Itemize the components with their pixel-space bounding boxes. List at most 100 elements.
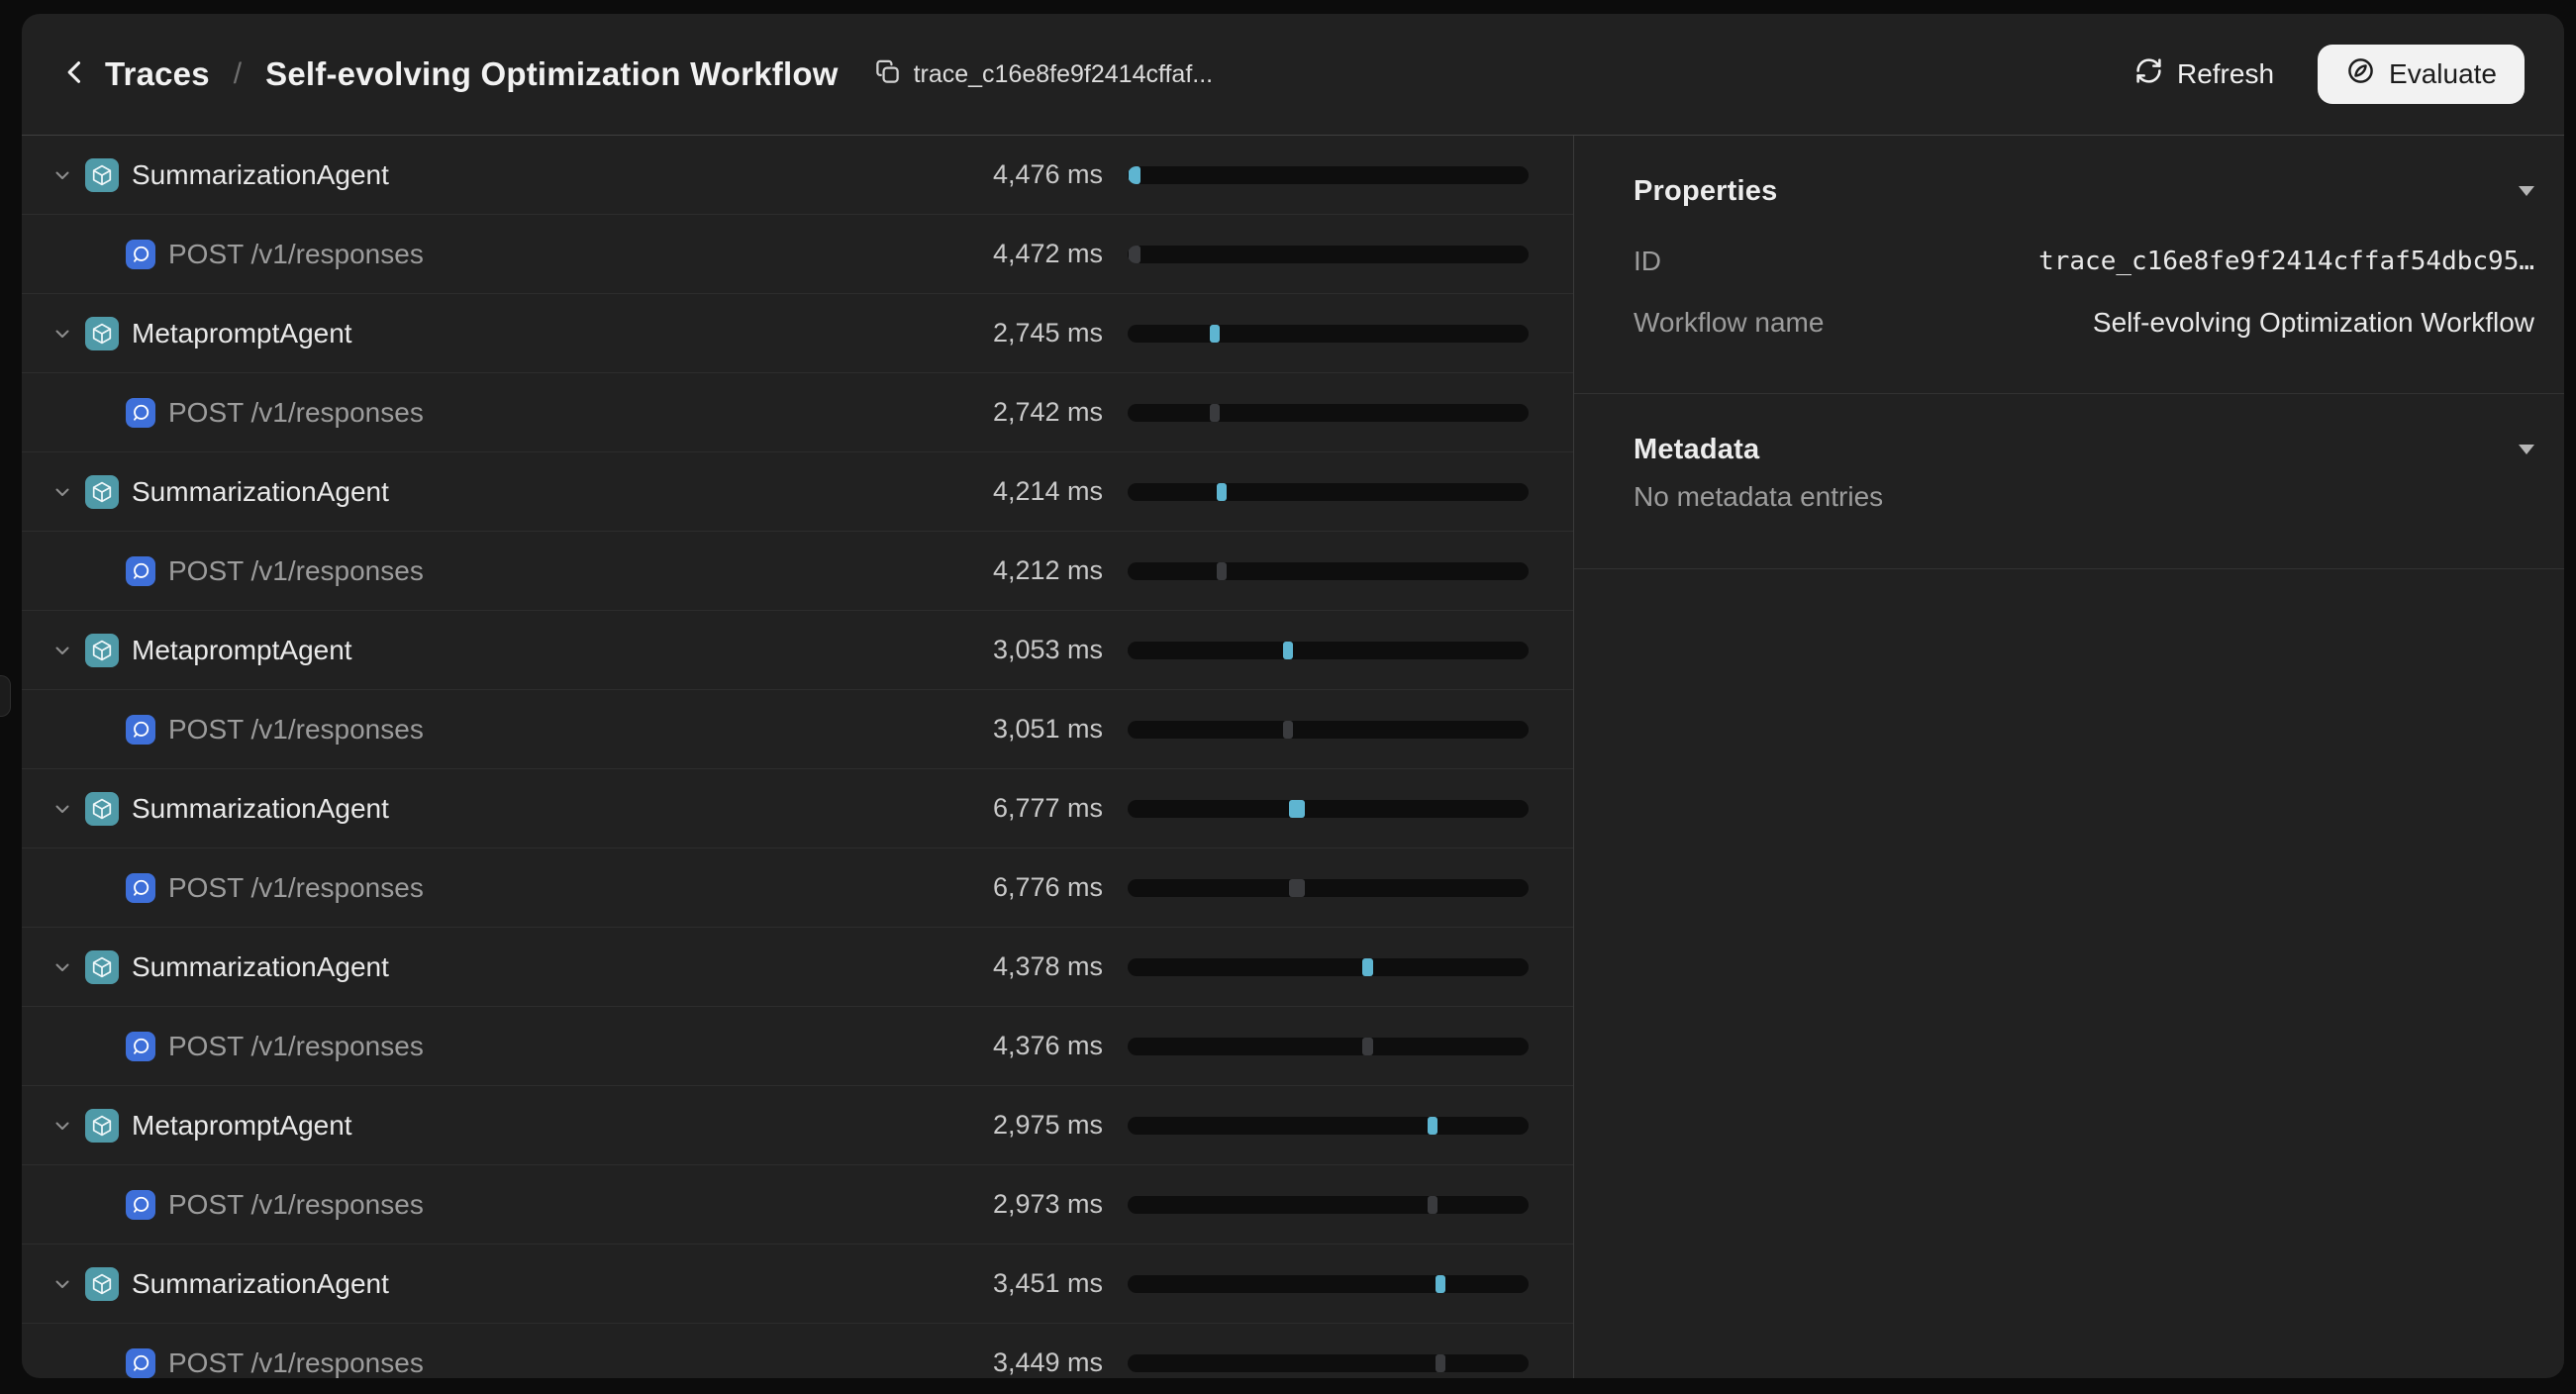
span-duration: 3,449 ms [992,1347,1103,1377]
timeline-segment [1289,879,1306,897]
span-row[interactable]: POST /v1/responses 4,212 ms [22,532,1573,611]
page-title: Self-evolving Optimization Workflow [265,55,839,92]
agent-cube-icon [85,633,119,667]
span-name: SummarizationAgent [132,158,389,190]
caret-down-icon[interactable] [2519,186,2534,196]
timeline-segment [1436,1354,1446,1372]
timeline-segment [1129,166,1141,184]
chevron-down-icon[interactable] [51,798,73,820]
timeline-track [1128,1275,1529,1293]
timeline-segment [1210,404,1221,422]
span-duration: 2,973 ms [992,1189,1103,1219]
span-duration: 4,378 ms [992,951,1103,981]
timeline-segment [1283,721,1294,739]
breadcrumb-separator: / [233,57,243,90]
agent-cube-icon [85,474,119,509]
details-pane: Properties ID trace_c16e8fe9f2414cffaf54… [1574,136,2564,1378]
timeline-track [1128,483,1529,501]
timeline-segment [1129,246,1141,263]
span-name: POST /v1/responses [168,1346,424,1378]
chevron-down-icon[interactable] [51,323,73,345]
span-name: MetapromptAgent [132,634,352,665]
span-name: POST /v1/responses [168,713,424,745]
evaluate-label: Evaluate [2389,58,2497,89]
timeline-segment [1216,562,1227,580]
properties-title: Properties [1634,174,1778,207]
metadata-section: Metadata No metadata entries [1574,394,2564,569]
agent-cube-icon [85,791,119,826]
span-duration: 4,214 ms [992,476,1103,506]
property-value-workflow-name: Self-evolving Optimization Workflow [2092,307,2534,338]
copy-icon [874,58,914,90]
caret-down-icon[interactable] [2519,445,2534,454]
timeline-segment [1427,1117,1437,1135]
span-name: MetapromptAgent [132,317,352,348]
chevron-down-icon[interactable] [51,481,73,503]
span-name: SummarizationAgent [132,1267,389,1299]
timeline-track [1128,1354,1529,1372]
span-duration: 3,451 ms [992,1268,1103,1298]
property-row-id: ID trace_c16e8fe9f2414cffaf54dbc95… [1634,231,2534,292]
property-label: ID [1634,246,1661,276]
metadata-header[interactable]: Metadata [1634,428,2534,471]
chat-bubble-icon [126,239,155,269]
trace-id-badge[interactable]: trace_c16e8fe9f2414cffaf... [874,58,1214,90]
span-duration: 6,776 ms [992,872,1103,902]
span-list: SummarizationAgent 4,476 ms POST /v1/res… [22,136,1574,1378]
span-row[interactable]: SummarizationAgent 3,451 ms [22,1245,1573,1324]
span-row[interactable]: POST /v1/responses 6,776 ms [22,848,1573,928]
chevron-down-icon[interactable] [51,1115,73,1137]
span-name: POST /v1/responses [168,238,424,269]
properties-header[interactable]: Properties [1634,169,2534,213]
span-row[interactable]: SummarizationAgent 6,777 ms [22,769,1573,848]
span-row[interactable]: POST /v1/responses 3,051 ms [22,690,1573,769]
timeline-track [1128,404,1529,422]
chat-bubble-icon [126,555,155,586]
left-edge-handle[interactable] [0,675,11,717]
timeline-track [1128,562,1529,580]
span-row[interactable]: POST /v1/responses 4,376 ms [22,1007,1573,1086]
timeline-track [1128,1038,1529,1055]
agent-cube-icon [85,949,119,984]
chevron-down-icon[interactable] [51,164,73,186]
metadata-empty-text: No metadata entries [1634,481,1884,512]
agent-cube-icon [85,1266,119,1301]
chevron-down-icon[interactable] [51,1273,73,1295]
span-name: POST /v1/responses [168,554,424,586]
timeline-segment [1427,1196,1437,1214]
refresh-button[interactable]: Refresh [2134,56,2274,92]
property-label: Workflow name [1634,307,1825,338]
back-button[interactable] [61,58,89,91]
span-row[interactable]: POST /v1/responses 2,742 ms [22,373,1573,452]
span-row[interactable]: SummarizationAgent 4,378 ms [22,928,1573,1007]
breadcrumb-traces[interactable]: Traces [105,55,210,93]
timeline-segment [1361,958,1373,976]
span-row[interactable]: MetapromptAgent 3,053 ms [22,611,1573,690]
property-row-workflow-name: Workflow name Self-evolving Optimization… [1634,292,2534,353]
main-content: SummarizationAgent 4,476 ms POST /v1/res… [22,136,2564,1378]
span-name: MetapromptAgent [132,1109,352,1141]
trace-viewer-panel: Traces / Self-evolving Optimization Work… [22,14,2564,1378]
span-row[interactable]: MetapromptAgent 2,745 ms [22,294,1573,373]
span-row[interactable]: POST /v1/responses 2,973 ms [22,1165,1573,1245]
timeline-segment [1210,325,1221,343]
timeline-track [1128,800,1529,818]
span-row[interactable]: SummarizationAgent 4,476 ms [22,136,1573,215]
property-value-id: trace_c16e8fe9f2414cffaf54dbc95… [2038,247,2534,276]
trace-id-text: trace_c16e8fe9f2414cffaf... [913,59,1214,88]
span-row[interactable]: POST /v1/responses 3,449 ms [22,1324,1573,1378]
chevron-down-icon[interactable] [51,640,73,661]
chevron-down-icon[interactable] [51,956,73,978]
span-name: SummarizationAgent [132,475,389,507]
timeline-track [1128,958,1529,976]
span-row[interactable]: MetapromptAgent 2,975 ms [22,1086,1573,1165]
evaluate-button[interactable]: Evaluate [2318,45,2525,104]
span-duration: 4,212 ms [992,555,1103,585]
span-row[interactable]: SummarizationAgent 4,214 ms [22,452,1573,532]
chat-bubble-icon [126,1347,155,1378]
span-row[interactable]: POST /v1/responses 4,472 ms [22,215,1573,294]
chevron-left-icon [61,58,89,91]
timeline-segment [1289,800,1306,818]
span-duration: 4,376 ms [992,1031,1103,1060]
timeline-track [1128,721,1529,739]
